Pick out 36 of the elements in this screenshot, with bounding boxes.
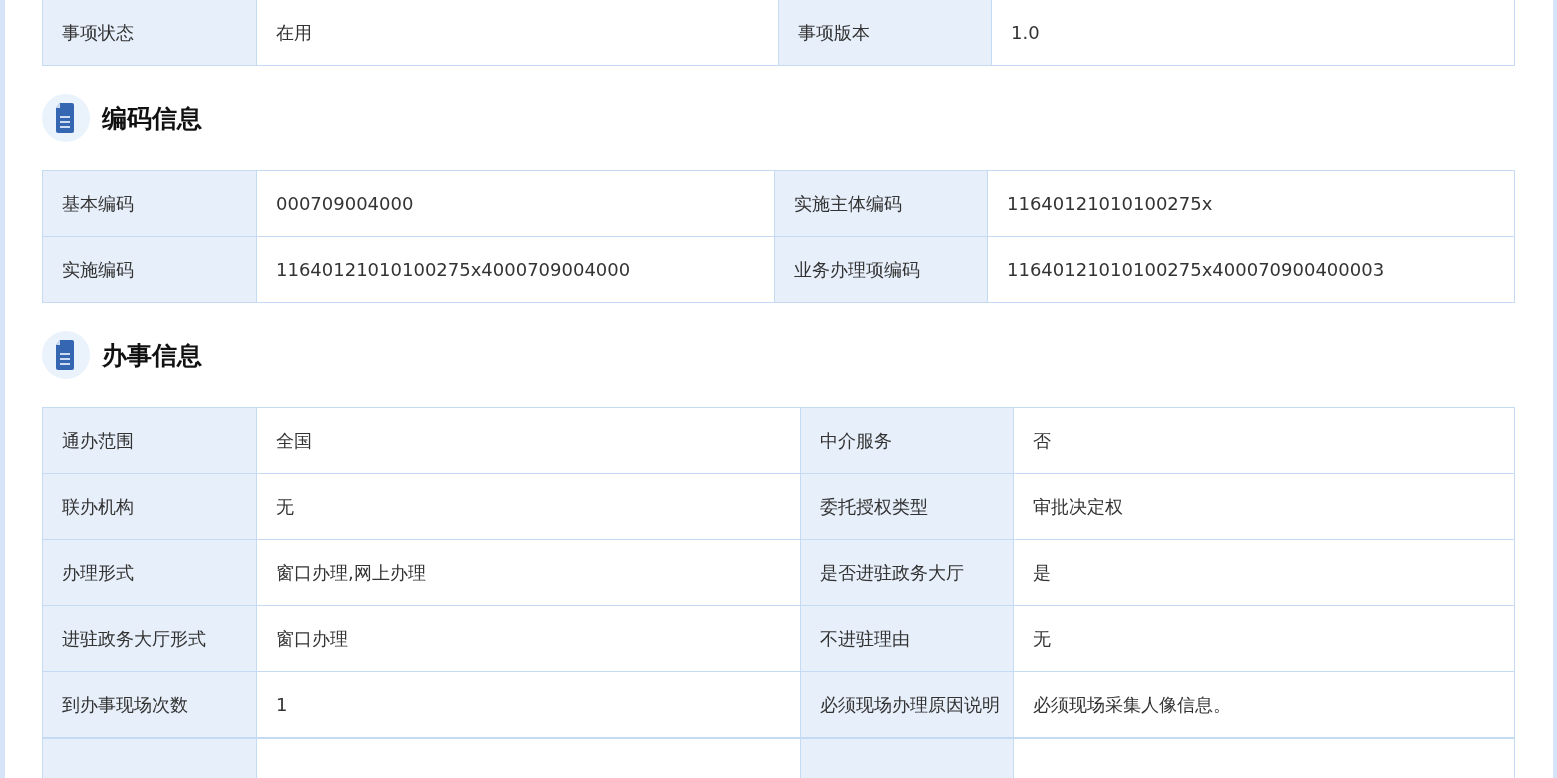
field-label: 通办范围 xyxy=(42,407,257,474)
field-value: 无 xyxy=(256,473,801,540)
field-label: 不进驻理由 xyxy=(800,605,1014,672)
document-icon xyxy=(42,331,90,379)
field-label: 到办事现场次数 xyxy=(42,671,257,738)
field-label: 进驻政务大厅形式 xyxy=(42,605,257,672)
field-label: 联办机构 xyxy=(42,473,257,540)
field-label: 事项版本 xyxy=(778,0,992,66)
field-value: 窗口办理 xyxy=(256,605,801,672)
field-value: 1.0 xyxy=(991,0,1515,66)
field-label: 是否进驻政务大厅 xyxy=(800,539,1014,606)
field-label: 委托授权类型 xyxy=(800,473,1014,540)
field-label: 基本编码 xyxy=(42,170,257,237)
field-value: 无 xyxy=(1013,605,1515,672)
field-label: 中介服务 xyxy=(800,407,1014,474)
field-value: 必须现场采集人像信息。 xyxy=(1013,671,1515,738)
field-value: 000709004000 xyxy=(256,170,775,237)
field-value: 窗口办理,网上办理 xyxy=(256,539,801,606)
section-title: 办事信息 xyxy=(102,339,202,372)
field-label: 业务办理项编码 xyxy=(774,236,988,303)
field-value: 否 xyxy=(1013,407,1515,474)
field-value: 全国 xyxy=(256,407,801,474)
field-value: 是 xyxy=(1013,539,1515,606)
field-label: 必须现场办理原因说明 xyxy=(800,671,1014,738)
field-value: 审批决定权 xyxy=(1013,473,1515,540)
field-label: 事项状态 xyxy=(42,0,257,66)
document-icon xyxy=(42,94,90,142)
field-value: 11640121010100275x xyxy=(987,170,1515,237)
field-value: 11640121010100275x400070900400003 xyxy=(987,236,1515,303)
field-label: 实施主体编码 xyxy=(774,170,988,237)
section-title: 编码信息 xyxy=(102,102,202,135)
field-label: 实施编码 xyxy=(42,236,257,303)
field-value: 1 xyxy=(256,671,801,738)
field-value: 在用 xyxy=(256,0,779,66)
field-value: 11640121010100275x4000709004000 xyxy=(256,236,775,303)
field-label: 办理形式 xyxy=(42,539,257,606)
